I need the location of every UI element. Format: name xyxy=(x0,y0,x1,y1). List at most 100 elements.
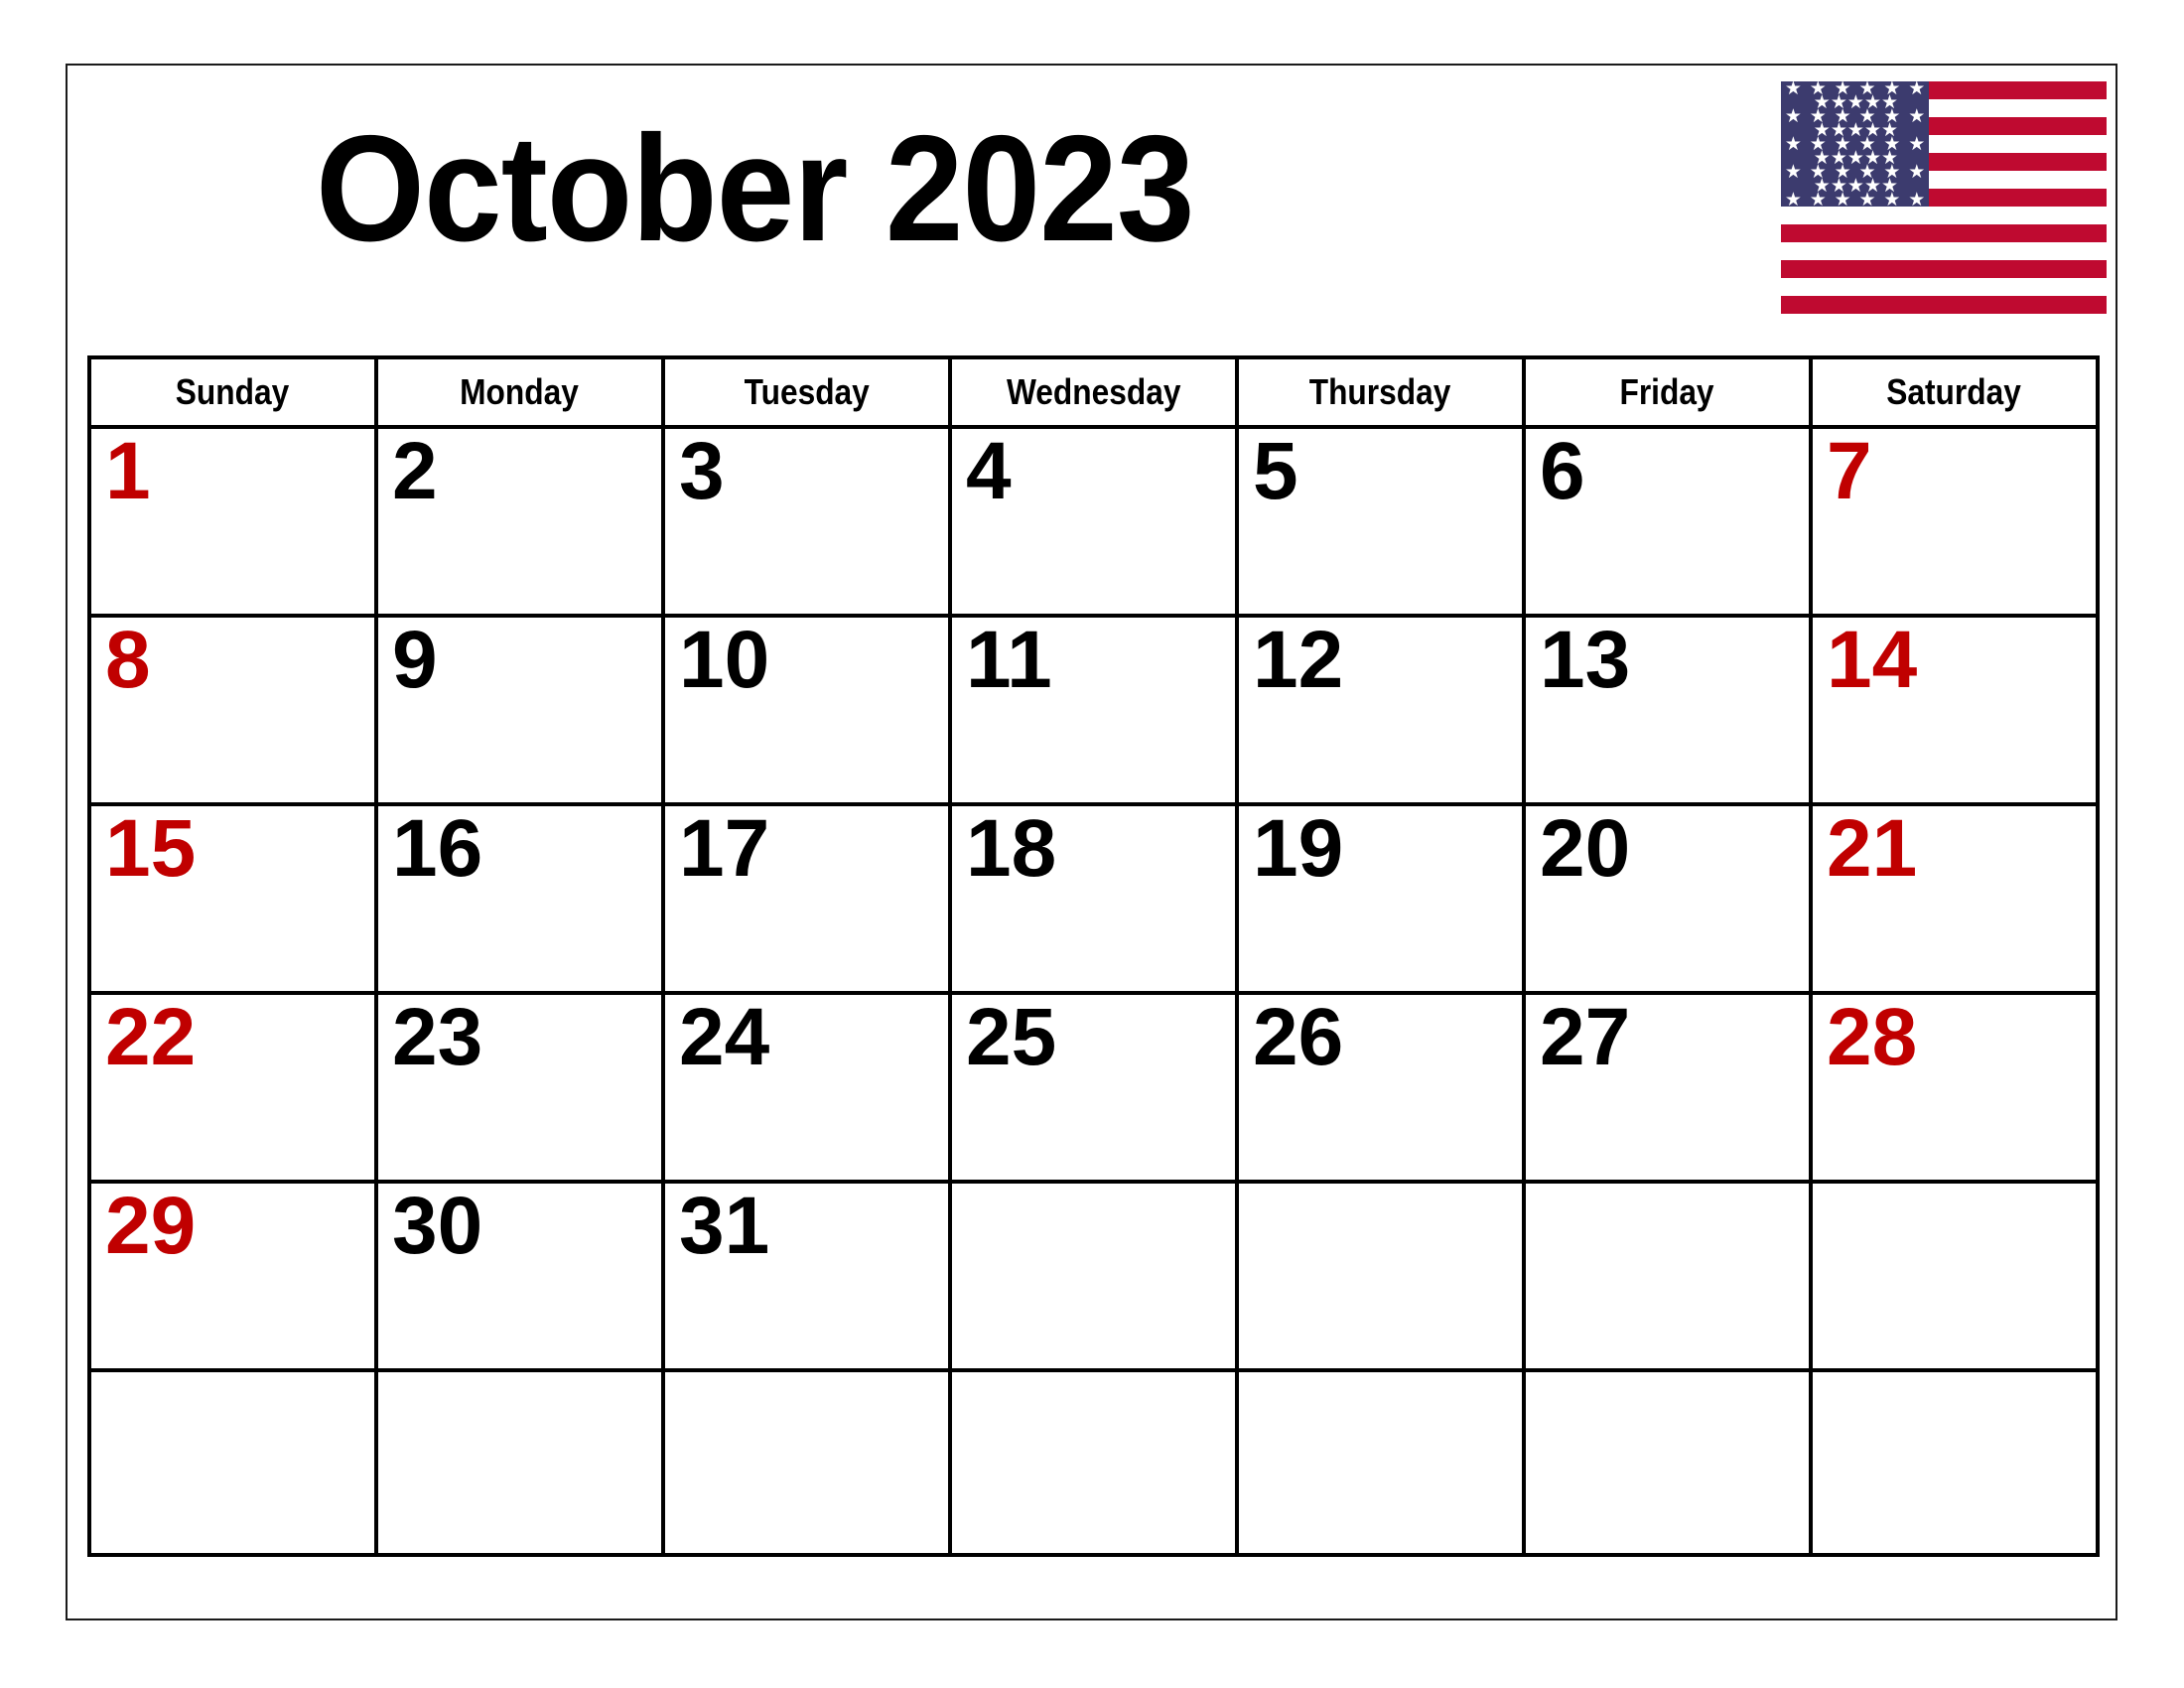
day-cell-empty[interactable] xyxy=(374,1368,665,1557)
day-number: 17 xyxy=(679,803,770,894)
weekday-label: Thursday xyxy=(1309,371,1451,412)
day-number: 19 xyxy=(1253,803,1344,894)
day-cell[interactable]: 20 xyxy=(1522,802,1813,995)
flag-star-icon: ★ xyxy=(1834,189,1851,211)
day-cell[interactable]: 25 xyxy=(948,991,1239,1184)
day-cell[interactable]: 12 xyxy=(1235,614,1526,806)
day-number: 31 xyxy=(679,1181,770,1271)
weekday-label: Sunday xyxy=(176,371,290,412)
day-cell[interactable]: 24 xyxy=(661,991,952,1184)
weekday-header-monday: Monday xyxy=(374,355,665,429)
day-cell-empty[interactable] xyxy=(87,1368,378,1557)
day-cell[interactable]: 15 xyxy=(87,802,378,995)
flag-star-row: ★ ★ ★ ★ ★ xyxy=(1781,177,1929,196)
week-row: 1 2 3 4 5 6 7 xyxy=(87,425,2100,618)
calendar-page: October 2023 ★ ★ ★ ★ ★ ★ ★ ★ ★ ★ ★ ★ ★ ★ ★ ★ ★ ★ ★ ★ ★ ★ ★ ★ ★ ★ ★… xyxy=(66,64,2117,1620)
day-number: 14 xyxy=(1827,615,1918,705)
day-cell[interactable]: 21 xyxy=(1809,802,2100,995)
day-number: 16 xyxy=(392,803,483,894)
flag-star-icon: ★ xyxy=(1908,189,1926,211)
day-cell[interactable]: 31 xyxy=(661,1180,952,1372)
weekday-header-thursday: Thursday xyxy=(1235,355,1526,429)
day-number: 27 xyxy=(1540,992,1631,1082)
day-number: 13 xyxy=(1540,615,1631,705)
day-cell[interactable]: 19 xyxy=(1235,802,1526,995)
day-cell[interactable]: 11 xyxy=(948,614,1239,806)
day-cell[interactable]: 23 xyxy=(374,991,665,1184)
day-cell[interactable]: 14 xyxy=(1809,614,2100,806)
day-number: 28 xyxy=(1827,992,1918,1082)
united-states-flag-icon: ★ ★ ★ ★ ★ ★ ★ ★ ★ ★ ★ ★ ★ ★ ★ ★ ★ ★ ★ ★ ★ ★ ★ ★ ★ ★ ★ ★ ★ ★ ★ ★ ★ ★ ★ ★ ★ ★ ★ ★… xyxy=(1781,81,2107,314)
flag-stripe xyxy=(1781,224,2107,242)
day-cell[interactable]: 13 xyxy=(1522,614,1813,806)
day-cell[interactable]: 17 xyxy=(661,802,952,995)
day-cell[interactable]: 16 xyxy=(374,802,665,995)
day-number: 1 xyxy=(105,426,151,516)
day-cell-empty[interactable] xyxy=(1235,1368,1526,1557)
day-number: 30 xyxy=(392,1181,483,1271)
day-cell[interactable]: 3 xyxy=(661,425,952,618)
weekday-label: Saturday xyxy=(1886,371,2022,412)
day-number: 12 xyxy=(1253,615,1344,705)
day-number: 4 xyxy=(966,426,1012,516)
weekday-label: Friday xyxy=(1619,371,1715,412)
flag-stripe xyxy=(1781,207,2107,224)
day-cell-empty[interactable] xyxy=(1522,1180,1813,1372)
day-cell-empty[interactable] xyxy=(948,1368,1239,1557)
day-cell[interactable]: 1 xyxy=(87,425,378,618)
day-cell[interactable]: 9 xyxy=(374,614,665,806)
day-cell[interactable]: 8 xyxy=(87,614,378,806)
day-number: 11 xyxy=(966,615,1052,705)
page-title: October 2023 xyxy=(316,104,1194,273)
flag-star-row: ★ ★ ★ ★ ★ xyxy=(1781,93,1929,112)
day-cell[interactable]: 22 xyxy=(87,991,378,1184)
weekday-header-wednesday: Wednesday xyxy=(948,355,1239,429)
flag-stripe xyxy=(1781,296,2107,314)
day-cell-empty[interactable] xyxy=(1809,1368,2100,1557)
day-cell[interactable]: 30 xyxy=(374,1180,665,1372)
day-number: 20 xyxy=(1540,803,1631,894)
weekday-header-tuesday: Tuesday xyxy=(661,355,952,429)
day-cell[interactable]: 6 xyxy=(1522,425,1813,618)
weekday-label: Tuesday xyxy=(744,371,870,412)
flag-star-row: ★ ★ ★ ★ ★ ★ xyxy=(1781,189,1929,211)
flag-star-icon: ★ xyxy=(1809,189,1827,211)
day-cell[interactable]: 4 xyxy=(948,425,1239,618)
week-row: 29 30 31 xyxy=(87,1180,2100,1372)
day-cell[interactable]: 5 xyxy=(1235,425,1526,618)
day-number: 18 xyxy=(966,803,1057,894)
day-cell-empty[interactable] xyxy=(1522,1368,1813,1557)
day-cell[interactable]: 18 xyxy=(948,802,1239,995)
week-rows: 1 2 3 4 5 6 7 8 9 10 11 12 13 14 15 16 17 18 19 20 21 22 23 24 2… xyxy=(87,425,2100,1557)
day-cell[interactable]: 2 xyxy=(374,425,665,618)
day-number: 24 xyxy=(679,992,770,1082)
day-number: 21 xyxy=(1827,803,1918,894)
day-cell[interactable]: 29 xyxy=(87,1180,378,1372)
day-cell[interactable]: 26 xyxy=(1235,991,1526,1184)
weekday-header-row: Sunday Monday Tuesday Wednesday Thursday… xyxy=(87,355,2100,429)
day-number: 15 xyxy=(105,803,197,894)
flag-stripe xyxy=(1781,260,2107,278)
flag-star-icon: ★ xyxy=(1883,189,1901,211)
day-cell-empty[interactable] xyxy=(948,1180,1239,1372)
calendar-header: October 2023 ★ ★ ★ ★ ★ ★ ★ ★ ★ ★ ★ ★ ★ ★ ★ ★ ★ ★ ★ ★ ★ ★ ★ ★ ★ ★ ★… xyxy=(68,66,2116,355)
flag-stripe xyxy=(1781,242,2107,260)
day-cell[interactable]: 10 xyxy=(661,614,952,806)
day-number: 6 xyxy=(1540,426,1585,516)
day-number: 3 xyxy=(679,426,725,516)
day-number: 2 xyxy=(392,426,438,516)
weekday-header-sunday: Sunday xyxy=(87,355,378,429)
week-row xyxy=(87,1368,2100,1557)
flag-star-row: ★ ★ ★ ★ ★ xyxy=(1781,149,1929,168)
flag-star-icon: ★ xyxy=(1858,189,1876,211)
day-number: 9 xyxy=(392,615,438,705)
day-cell-empty[interactable] xyxy=(1235,1180,1526,1372)
week-row: 8 9 10 11 12 13 14 xyxy=(87,614,2100,806)
day-cell-empty[interactable] xyxy=(1809,1180,2100,1372)
day-cell[interactable]: 27 xyxy=(1522,991,1813,1184)
day-cell-empty[interactable] xyxy=(661,1368,952,1557)
day-number: 26 xyxy=(1253,992,1344,1082)
flag-star-row: ★ ★ ★ ★ ★ xyxy=(1781,121,1929,140)
day-cell[interactable]: 7 xyxy=(1809,425,2100,618)
day-cell[interactable]: 28 xyxy=(1809,991,2100,1184)
